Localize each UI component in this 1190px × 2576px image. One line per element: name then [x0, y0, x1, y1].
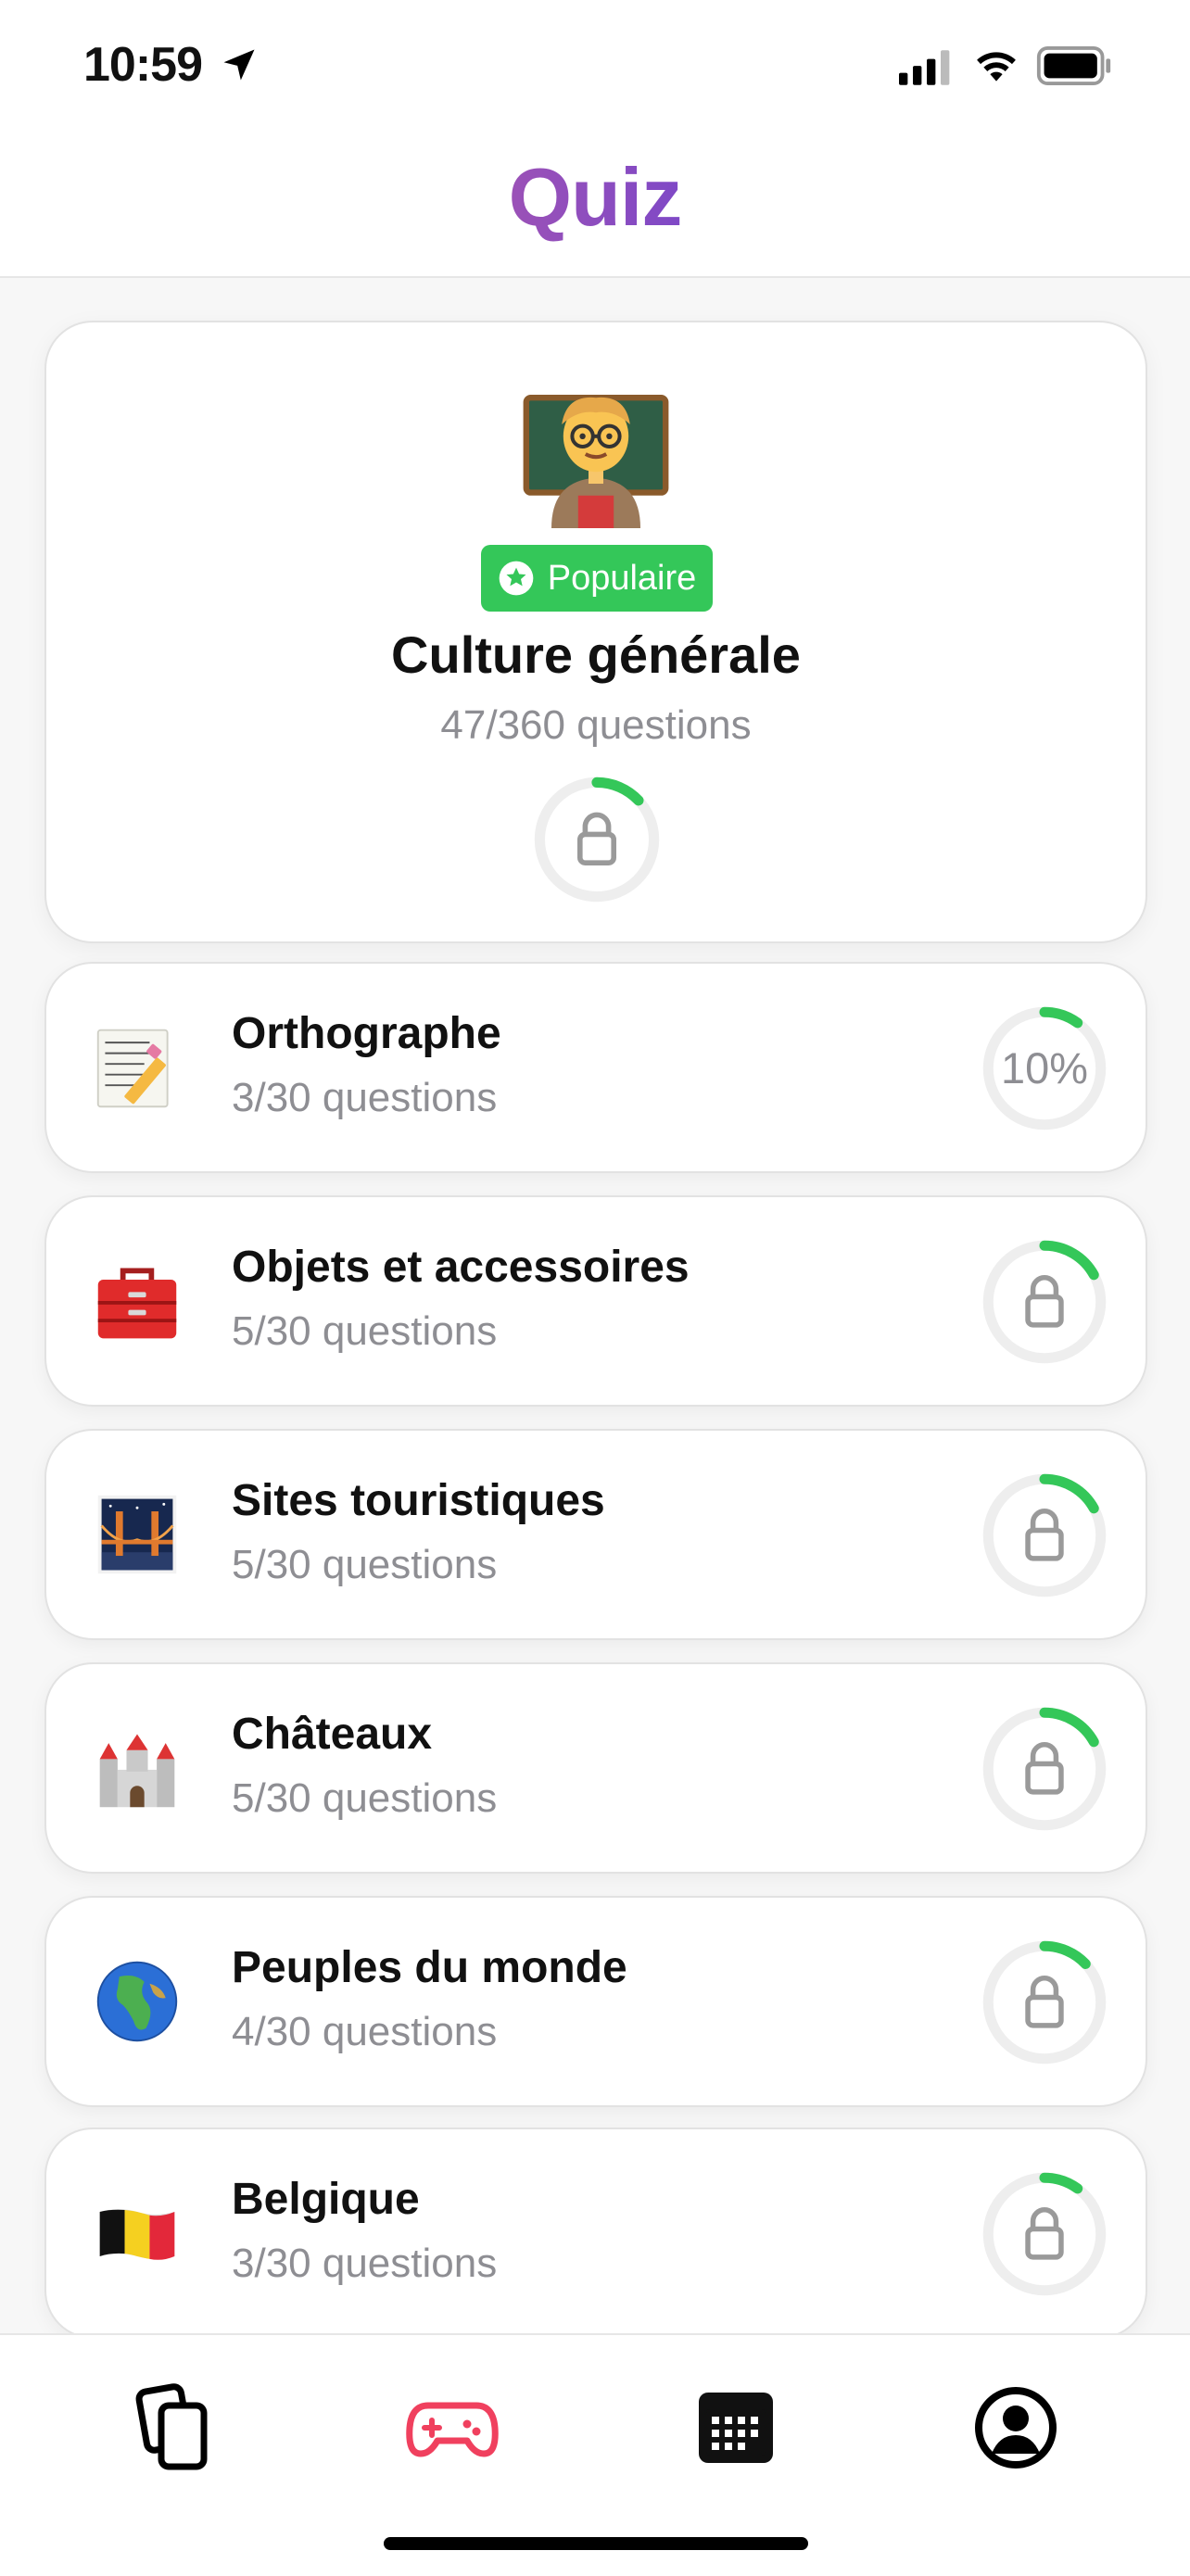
tab-profile[interactable] — [969, 2381, 1062, 2474]
lock-icon — [1025, 1275, 1064, 1328]
featured-question-count: 47/360 questions — [440, 702, 752, 748]
gamepad-icon — [406, 2402, 499, 2457]
bridge-at-night-emoji-icon — [97, 1495, 177, 1574]
cellular-signal-icon — [899, 50, 950, 85]
globe-emoji-icon — [96, 1961, 178, 2042]
profile-icon — [975, 2387, 1057, 2469]
tab-games[interactable] — [406, 2381, 499, 2474]
location-arrow-icon — [223, 49, 255, 81]
calendar-icon — [699, 2393, 773, 2463]
category-progress-ring: 10% — [982, 1006, 1107, 1130]
toolbox-emoji-icon — [97, 1268, 177, 1339]
belgium-flag-emoji-icon — [99, 2209, 175, 2260]
category-title: Objets et accessoires — [232, 1243, 690, 1292]
category-title: Châteaux — [232, 1710, 433, 1759]
teacher-emoji-icon — [523, 395, 669, 528]
lock-icon — [1025, 2207, 1064, 2260]
category-card-chateaux[interactable]: Châteaux 5/30 questions — [44, 1662, 1147, 1874]
category-card-sites[interactable]: Sites touristiques 5/30 questions — [44, 1429, 1147, 1640]
star-circle-icon — [499, 561, 534, 596]
lock-icon — [1025, 1976, 1064, 2028]
category-progress-ring — [982, 1240, 1107, 1364]
battery-icon — [1036, 46, 1111, 85]
badge-label: Populaire — [547, 558, 697, 598]
wifi-icon — [977, 52, 1016, 82]
category-card-belgique[interactable]: Belgique 3/30 questions — [44, 2128, 1147, 2339]
featured-quiz-card[interactable]: Populaire Culture générale 47/360 questi… — [44, 321, 1147, 943]
category-title: Orthographe — [232, 1009, 501, 1058]
castle-emoji-icon — [99, 1734, 175, 1808]
lock-icon — [1025, 1509, 1064, 1561]
featured-title: Culture générale — [391, 625, 801, 684]
category-card-objets[interactable]: Objets et accessoires 5/30 questions — [44, 1195, 1147, 1407]
category-progress-ring — [982, 1940, 1107, 2065]
category-progress-ring — [982, 2172, 1107, 2296]
featured-progress-ring — [534, 777, 660, 903]
status-bar: 10:59 — [0, 0, 1190, 130]
lock-icon — [1025, 1742, 1064, 1795]
status-time: 10:59 — [83, 38, 203, 92]
category-progress-ring — [982, 1707, 1107, 1831]
cards-icon — [135, 2383, 208, 2470]
category-progress-ring — [982, 1473, 1107, 1597]
progress-percent: 10% — [1001, 1044, 1088, 1092]
category-question-count: 5/30 questions — [232, 1775, 498, 1821]
lock-icon — [577, 812, 616, 865]
tab-calendar[interactable] — [690, 2381, 782, 2474]
page-title: Quiz — [0, 150, 1190, 245]
memo-emoji-icon — [96, 1029, 169, 1108]
category-question-count: 5/30 questions — [232, 1542, 498, 1587]
category-question-count: 5/30 questions — [232, 1308, 498, 1354]
category-title: Sites touristiques — [232, 1476, 605, 1525]
home-indicator — [384, 2537, 808, 2550]
category-card-orthographe[interactable]: Orthographe 3/30 questions 10% — [44, 962, 1147, 1173]
header: Quiz — [0, 130, 1190, 278]
category-question-count: 3/30 questions — [232, 2241, 498, 2286]
category-title: Belgique — [232, 2175, 420, 2224]
category-question-count: 3/30 questions — [232, 1075, 498, 1120]
tab-cards[interactable] — [130, 2381, 222, 2474]
category-card-peuples[interactable]: Peuples du monde 4/30 questions — [44, 1896, 1147, 2107]
popular-badge: Populaire — [481, 545, 713, 612]
category-question-count: 4/30 questions — [232, 2009, 498, 2054]
category-title: Peuples du monde — [232, 1943, 627, 1992]
